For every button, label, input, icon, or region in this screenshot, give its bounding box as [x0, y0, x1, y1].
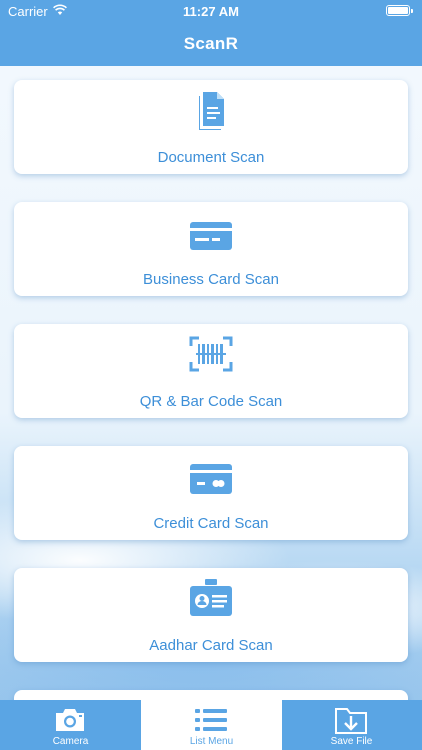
tab-label: List Menu [189, 736, 234, 747]
business-card-icon [190, 222, 232, 250]
page-title: ScanR [183, 34, 239, 53]
tab-bar: Camera List Menu Save File [0, 700, 422, 750]
battery-icon [386, 5, 413, 16]
tab-label: Save File [330, 736, 373, 747]
menu-item-partial[interactable] [14, 690, 408, 700]
tab-label: Camera [52, 736, 89, 747]
menu-item-document-scan[interactable]: Document Scan [14, 80, 408, 174]
folder-download-icon [335, 708, 367, 734]
status-time: 11:27 AM [183, 4, 239, 19]
tab-save-file[interactable]: Save File [281, 700, 422, 750]
id-card-icon [190, 579, 232, 616]
list-icon [195, 709, 227, 731]
menu-item-label: Business Card Scan [143, 271, 279, 288]
menu-item-label: QR & Bar Code Scan [139, 393, 283, 410]
scan-menu-list: Document Scan Business Card Scan QR & Ba… [0, 66, 422, 700]
tab-list-menu[interactable]: List Menu [141, 700, 282, 750]
menu-item-label: Document Scan [157, 149, 265, 166]
navigation-bar: Carrier 11:27 AM ScanR [0, 0, 422, 66]
menu-item-label: Credit Card Scan [153, 515, 269, 532]
menu-item-business-card-scan[interactable]: Business Card Scan [14, 202, 408, 296]
barcode-icon [189, 336, 233, 372]
menu-item-qr-bar-code-scan[interactable]: QR & Bar Code Scan [14, 324, 408, 418]
menu-item-label: Aadhar Card Scan [149, 637, 273, 654]
document-icon [199, 92, 224, 130]
camera-icon [56, 709, 84, 731]
menu-item-aadhar-card-scan[interactable]: Aadhar Card Scan [14, 568, 408, 662]
menu-item-credit-card-scan[interactable]: Credit Card Scan [14, 446, 408, 540]
status-bar: Carrier 11:27 AM [0, 0, 422, 22]
tab-camera[interactable]: Camera [0, 700, 141, 750]
credit-card-icon [190, 464, 232, 494]
